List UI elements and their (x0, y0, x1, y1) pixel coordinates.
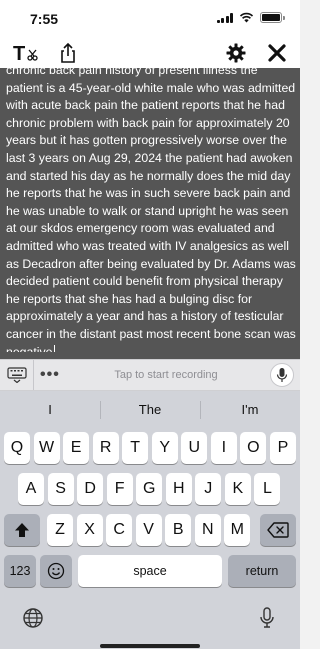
letter-key[interactable]: N (194, 514, 221, 546)
suggestion-bar: I The I'm (0, 391, 300, 429)
return-key[interactable]: return (228, 555, 296, 587)
letter-key[interactable]: Z (47, 514, 73, 546)
more-options-button[interactable]: ••• (40, 366, 60, 384)
letter-key[interactable]: W (33, 432, 60, 464)
backspace-key[interactable] (260, 514, 296, 546)
svg-text:T: T (13, 43, 25, 64)
microphone-icon (260, 607, 274, 628)
letter-key[interactable]: J (195, 473, 222, 505)
emoji-key[interactable] (40, 555, 72, 587)
record-hint[interactable]: Tap to start recording (96, 369, 236, 381)
gear-icon (226, 43, 246, 63)
letter-key[interactable]: Q (4, 432, 30, 464)
letter-key[interactable]: B (165, 514, 192, 546)
suggestion-item[interactable]: I'm (200, 391, 300, 429)
status-icons (216, 12, 285, 23)
letter-key[interactable]: K (224, 473, 251, 505)
transcript-text: chronic back pain history of present ill… (6, 63, 296, 352)
transcript-text-area[interactable]: chronic back pain history of present ill… (6, 62, 296, 352)
recording-bar: ••• Tap to start recording (0, 359, 300, 391)
letter-key[interactable]: G (136, 473, 163, 505)
status-bar: 7:55 (0, 0, 300, 38)
letter-key[interactable]: Y (151, 432, 178, 464)
emoji-icon (47, 562, 65, 580)
letter-key[interactable]: P (269, 432, 296, 464)
close-icon (268, 44, 286, 62)
letter-key[interactable]: I (210, 432, 237, 464)
keyboard-dismiss-icon (6, 367, 27, 383)
letter-key[interactable]: V (135, 514, 162, 546)
suggestion-item[interactable]: I (0, 391, 100, 429)
letter-key[interactable]: D (77, 473, 104, 505)
microphone-icon (276, 368, 288, 382)
letter-key[interactable]: L (254, 473, 281, 505)
cellular-signal-icon (216, 12, 233, 23)
letter-key[interactable]: C (106, 514, 133, 546)
letter-key[interactable]: X (76, 514, 103, 546)
globe-button[interactable] (20, 605, 46, 631)
share-icon (61, 42, 75, 63)
dictation-button[interactable] (254, 605, 280, 631)
letter-key[interactable]: H (165, 473, 192, 505)
keyboard: I The I'm QWERTYUIOPASDFGHJKLZXCVBNM 123… (0, 391, 300, 649)
letter-key[interactable]: R (92, 432, 119, 464)
home-indicator (100, 644, 200, 648)
status-time: 7:55 (30, 11, 59, 27)
letter-key[interactable]: M (224, 514, 251, 546)
numbers-key[interactable]: 123 (4, 555, 36, 587)
letter-key[interactable]: A (18, 473, 44, 505)
dismiss-keyboard-button[interactable] (0, 360, 34, 390)
letter-key[interactable]: F (106, 473, 133, 505)
globe-icon (23, 608, 43, 628)
battery-icon (260, 12, 285, 23)
record-button[interactable] (270, 363, 294, 387)
letter-key[interactable]: T (122, 432, 149, 464)
letter-key[interactable]: S (47, 473, 74, 505)
shift-key[interactable] (4, 514, 40, 546)
shift-icon (15, 523, 29, 537)
wifi-icon (239, 12, 254, 23)
suggestion-item[interactable]: The (100, 391, 200, 429)
clear-text-icon: T (13, 43, 38, 64)
letter-key[interactable]: U (181, 432, 208, 464)
letter-key[interactable]: O (240, 432, 267, 464)
space-key[interactable]: space (78, 555, 222, 587)
letter-key[interactable]: E (63, 432, 90, 464)
text-cursor (53, 344, 55, 352)
backspace-icon (267, 522, 289, 538)
